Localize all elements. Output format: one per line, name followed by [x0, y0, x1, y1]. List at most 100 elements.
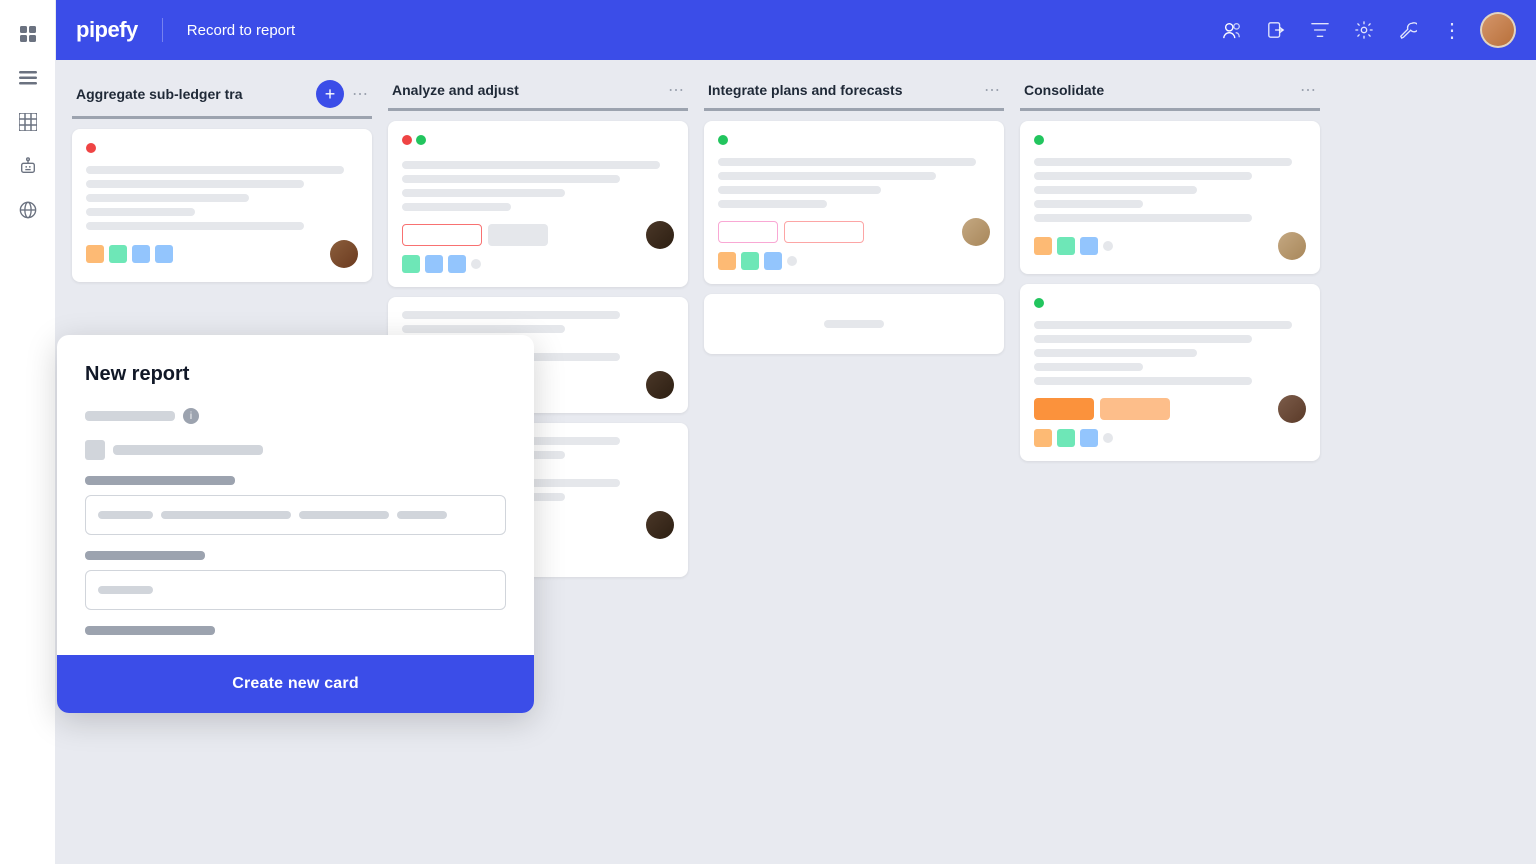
column-aggregate: Aggregate sub-ledger tra + ⋯: [72, 80, 372, 282]
card-line: [718, 186, 881, 194]
card-avatar: [646, 221, 674, 249]
card-tag: [488, 224, 548, 246]
card-icons: [1034, 237, 1113, 255]
card: [1020, 121, 1320, 274]
sidebar-item-robot[interactable]: [10, 148, 46, 184]
settings-icon[interactable]: [1348, 14, 1380, 46]
card-footer: [718, 218, 990, 246]
more-options-icon[interactable]: ⋮: [1436, 14, 1468, 46]
avatar-image: [1482, 14, 1514, 46]
card-status-dot: [1034, 298, 1044, 308]
card-line: [718, 158, 976, 166]
card-line: [86, 194, 249, 202]
logo-divider: [162, 18, 163, 42]
column-more-integrate[interactable]: ⋯: [984, 80, 1000, 100]
column-header-consolidate: Consolidate ⋯: [1020, 80, 1320, 111]
form-label: [113, 445, 263, 455]
create-new-card-button[interactable]: Create new card: [232, 675, 359, 693]
card-icon-dot: [1103, 241, 1113, 251]
card-line: [402, 311, 620, 319]
card-avatar: [646, 511, 674, 539]
users-icon[interactable]: [1216, 14, 1248, 46]
column-header-integrate: Integrate plans and forecasts ⋯: [704, 80, 1004, 111]
card-line: [1034, 321, 1292, 329]
card-tag: [402, 224, 482, 246]
column-title-aggregate: Aggregate sub-ledger tra: [76, 86, 308, 102]
topbar-actions: ⋮: [1216, 12, 1516, 48]
column-more-aggregate[interactable]: ⋯: [352, 84, 368, 104]
card-icons: [1034, 429, 1306, 447]
new-report-modal: New report i: [57, 335, 534, 713]
form-bottom-label: [85, 626, 215, 635]
card-icons: [718, 252, 990, 270]
column-title-consolidate: Consolidate: [1024, 82, 1292, 98]
card: [704, 294, 1004, 354]
card-line: [402, 161, 660, 169]
card: [388, 121, 688, 287]
topbar: pipefy Record to report: [56, 0, 1536, 60]
card-line: [1034, 335, 1252, 343]
card-tag-pink-outline: [718, 221, 778, 243]
card-status-dot: [718, 135, 728, 145]
card-icon: [764, 252, 782, 270]
card-line: [402, 175, 620, 183]
card-icon: [741, 252, 759, 270]
card-status-dot: [1034, 135, 1044, 145]
sidebar-item-table[interactable]: [10, 104, 46, 140]
card-icon: [132, 245, 150, 263]
card: [72, 129, 372, 282]
card-line: [1034, 377, 1252, 385]
column-title-analyze: Analyze and adjust: [392, 82, 660, 98]
input-placeholder: [299, 511, 389, 519]
logo-text: pipefy: [76, 17, 138, 43]
filter-icon[interactable]: [1304, 14, 1336, 46]
logo: pipefy: [76, 17, 138, 43]
wrench-icon[interactable]: [1392, 14, 1424, 46]
card-line: [402, 203, 511, 211]
card-status-dot: [86, 143, 96, 153]
form-row-2: [85, 440, 506, 460]
card-icon-dot: [1103, 433, 1113, 443]
card-icon: [1057, 429, 1075, 447]
login-icon[interactable]: [1260, 14, 1292, 46]
sidebar-item-globe[interactable]: [10, 192, 46, 228]
column-add-button-aggregate[interactable]: +: [316, 80, 344, 108]
avatar[interactable]: [1480, 12, 1516, 48]
sidebar-item-grid[interactable]: [10, 16, 46, 52]
modal-body: New report i: [57, 335, 534, 655]
column-title-integrate: Integrate plans and forecasts: [708, 82, 976, 98]
card-line: [1034, 186, 1197, 194]
card-line: [402, 189, 565, 197]
column-more-consolidate[interactable]: ⋯: [1300, 80, 1316, 100]
card-line: [718, 200, 827, 208]
column-integrate: Integrate plans and forecasts ⋯: [704, 80, 1004, 354]
card-footer: [86, 240, 358, 268]
column-more-analyze[interactable]: ⋯: [668, 80, 684, 100]
card-icon: [1057, 237, 1075, 255]
input-placeholder: [161, 511, 291, 519]
card-icon: [402, 255, 420, 273]
card-icon: [448, 255, 466, 273]
card-icon: [1034, 429, 1052, 447]
card-line: [718, 172, 936, 180]
card-icon: [1080, 429, 1098, 447]
card-footer: [1034, 232, 1306, 260]
modal-title: New report: [85, 363, 506, 386]
card-icon: [425, 255, 443, 273]
card-icon: [155, 245, 173, 263]
form-input-2[interactable]: [85, 570, 506, 610]
card-line: [1034, 158, 1292, 166]
form-section-label: [85, 551, 205, 560]
card-icon-dot: [787, 256, 797, 266]
card-line: [1034, 214, 1252, 222]
card-icons: [86, 245, 173, 263]
card-status-dot: [402, 135, 412, 145]
form-label: [85, 411, 175, 421]
card-avatar: [330, 240, 358, 268]
form-input-1[interactable]: [85, 495, 506, 535]
sidebar-item-list[interactable]: [10, 60, 46, 96]
card-line: [1034, 363, 1143, 371]
card-avatar: [1278, 232, 1306, 260]
card-line: [86, 166, 344, 174]
card-line: [86, 208, 195, 216]
